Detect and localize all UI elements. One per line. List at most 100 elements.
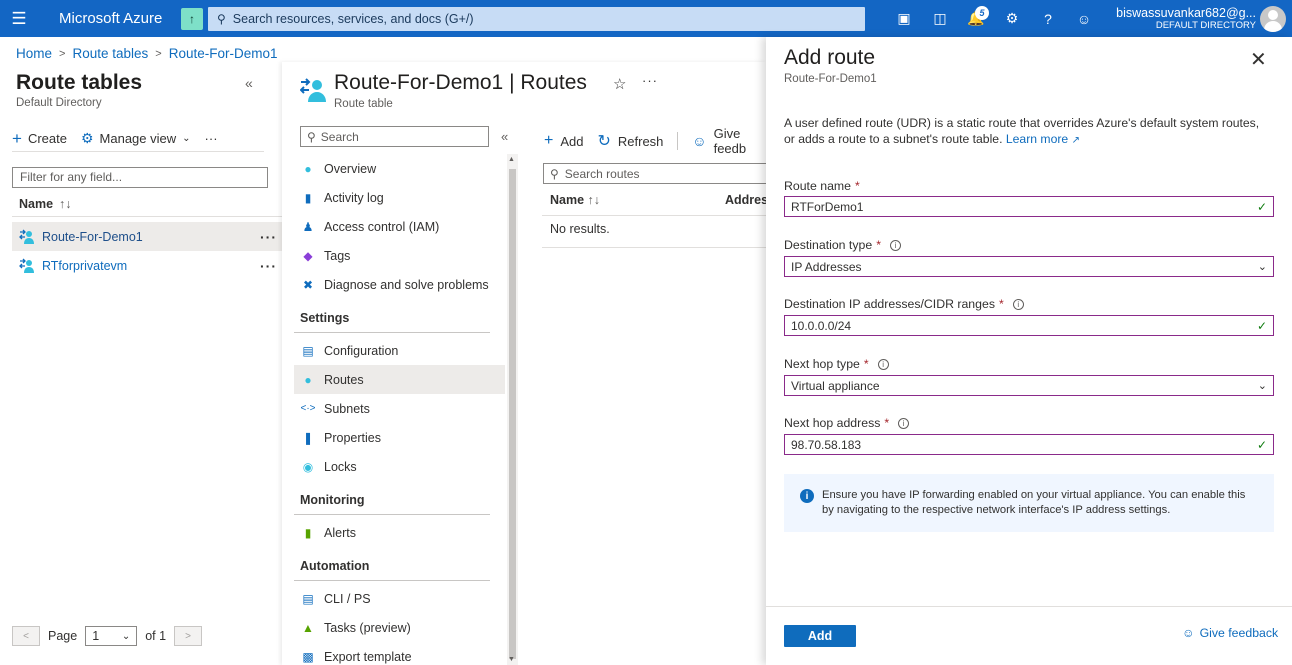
list-item-name: Route-For-Demo1: [42, 229, 143, 244]
chevron-down-icon: ⌄: [1257, 261, 1267, 273]
next-page-button[interactable]: >: [174, 626, 203, 646]
close-icon[interactable]: ✕: [1250, 47, 1267, 72]
more-icon[interactable]: ···: [260, 229, 277, 245]
divider: [12, 216, 282, 217]
feedback-icon: ☺: [692, 133, 707, 149]
page-subtitle: Default Directory: [16, 97, 102, 109]
menu-scrollbar[interactable]: ▲ ▼: [507, 154, 518, 665]
scroll-down-icon[interactable]: ▼: [508, 656, 515, 663]
breadcrumb-home[interactable]: Home: [16, 46, 52, 61]
list-item[interactable]: RTforprivatevm ···: [12, 251, 282, 280]
upgrade-icon[interactable]: ↑: [181, 7, 203, 30]
menu-item-overview[interactable]: ● Overview: [294, 154, 505, 183]
menu-item-label: CLI / PS: [324, 591, 371, 606]
menu-item-configuration[interactable]: ▤ Configuration: [294, 336, 505, 365]
route-table-icon: [19, 229, 34, 244]
destination-type-select[interactable]: IP Addresses ⌄: [784, 256, 1274, 277]
filter-input[interactable]: Filter for any field...: [12, 167, 268, 188]
more-icon[interactable]: ···: [260, 258, 277, 274]
destination-ip-input[interactable]: 10.0.0.0/24 ✓: [784, 315, 1274, 336]
give-feedback-link[interactable]: ☺ Give feedback: [1182, 626, 1278, 640]
cloud-shell-icon[interactable]: ▣: [886, 0, 922, 37]
list-item[interactable]: Route-For-Demo1 ···: [12, 222, 282, 251]
menu-item-locks[interactable]: ◉ Locks: [294, 452, 505, 481]
menu-search-input[interactable]: ⚲ Search: [300, 126, 489, 147]
global-search-input[interactable]: ⚲ Search resources, services, and docs (…: [208, 7, 865, 31]
menu-item-label: Activity log: [324, 190, 384, 205]
name-column-header[interactable]: Name ↑↓: [19, 197, 72, 211]
more-options-button[interactable]: ···: [642, 73, 658, 88]
scrollbar-thumb[interactable]: [509, 169, 516, 659]
menu-item-subnets[interactable]: <·> Subnets: [294, 394, 505, 423]
feedback-icon[interactable]: ☺: [1066, 0, 1102, 37]
page-select[interactable]: 1 ⌄: [85, 626, 138, 646]
collapse-menu-icon[interactable]: «: [501, 129, 508, 144]
brand-title[interactable]: Microsoft Azure: [59, 10, 177, 27]
breadcrumb: Home > Route tables > Route-For-Demo1: [16, 46, 278, 61]
routes-icon: ●: [304, 372, 312, 387]
refresh-button[interactable]: ↻ Refresh: [597, 131, 663, 151]
info-icon[interactable]: i: [877, 358, 889, 370]
name-column-label: Name: [19, 197, 54, 211]
next-hop-type-select[interactable]: Virtual appliance ⌄: [784, 375, 1274, 396]
manage-view-label: Manage view: [99, 131, 177, 146]
scroll-up-icon[interactable]: ▲: [508, 156, 515, 163]
menu-item-routes[interactable]: ● Routes: [294, 365, 505, 394]
manage-view-button[interactable]: ⚙ Manage view ⌄: [81, 130, 191, 147]
properties-icon: ❚: [302, 430, 314, 445]
menu-item-iam[interactable]: ♟ Access control (IAM): [294, 212, 505, 241]
info-banner-text: Ensure you have IP forwarding enabled on…: [822, 489, 1246, 516]
give-feedback-button[interactable]: ☺ Give feedb: [692, 126, 766, 156]
field-value: 10.0.0.0/24: [791, 318, 852, 333]
menu-item-cli-ps[interactable]: ▤ CLI / PS: [294, 584, 505, 613]
avatar[interactable]: [1260, 6, 1286, 32]
breadcrumb-route-tables[interactable]: Route tables: [72, 46, 148, 61]
favorite-star-icon[interactable]: ☆: [613, 75, 626, 93]
info-icon[interactable]: i: [1012, 298, 1024, 310]
resource-blade: Route-For-Demo1 | Routes Route table ☆ ·…: [282, 62, 775, 665]
next-hop-address-input[interactable]: 98.70.58.183 ✓: [784, 434, 1274, 455]
directory-filter-icon[interactable]: ◫: [922, 0, 958, 37]
menu-item-diagnose[interactable]: ✖ Diagnose and solve problems: [294, 270, 505, 299]
add-route-button[interactable]: + Add: [544, 132, 583, 150]
hamburger-menu-icon[interactable]: ☰: [0, 0, 38, 37]
collapse-icon[interactable]: «: [245, 75, 253, 91]
add-button[interactable]: Add: [784, 625, 856, 647]
field-value: 98.70.58.183: [791, 437, 862, 452]
page-of-label: of 1: [145, 629, 167, 643]
settings-gear-icon[interactable]: ⚙: [994, 0, 1030, 37]
info-icon[interactable]: i: [898, 417, 910, 429]
footer-divider: [766, 606, 1292, 607]
list-toolbar: + Create ⚙ Manage view ⌄ ···: [12, 126, 264, 152]
more-options-button[interactable]: ···: [205, 131, 218, 146]
prev-page-button[interactable]: <: [12, 626, 40, 646]
menu-item-export-template[interactable]: ▩ Export template: [294, 642, 505, 665]
info-icon[interactable]: i: [889, 239, 901, 251]
gear-icon: ⚙: [80, 130, 94, 146]
account-menu[interactable]: biswassuvankar682@g... DEFAULT DIRECTORY: [1116, 6, 1256, 31]
breadcrumb-route-for-demo1[interactable]: Route-For-Demo1: [169, 46, 278, 61]
help-icon[interactable]: ?: [1030, 0, 1066, 37]
create-label: Create: [27, 131, 67, 146]
route-name-input[interactable]: RTForDemo1 ✓: [784, 196, 1274, 217]
menu-item-tasks[interactable]: ▲ Tasks (preview): [294, 613, 505, 642]
search-icon: ⚲: [307, 129, 316, 144]
menu-item-label: Properties: [324, 430, 381, 445]
resource-menu: ● Overview ▮ Activity log ♟ Access control …: [294, 154, 505, 665]
routes-search-input[interactable]: ⚲ Search routes: [543, 163, 773, 184]
notifications-icon[interactable]: 🔔 5: [958, 0, 994, 37]
field-value: RTForDemo1: [791, 199, 864, 214]
menu-item-tags[interactable]: ◆ Tags: [294, 241, 505, 270]
menu-item-alerts[interactable]: ▮ Alerts: [294, 518, 505, 547]
field-label-text: Next hop type: [784, 357, 860, 371]
menu-item-properties[interactable]: ❚ Properties: [294, 423, 505, 452]
routes-col-name[interactable]: Name ↑↓: [550, 193, 725, 207]
global-search-placeholder: Search resources, services, and docs (G+…: [232, 12, 474, 26]
menu-item-label: Export template: [324, 649, 412, 664]
create-button[interactable]: + Create: [12, 129, 67, 149]
learn-more-link[interactable]: Learn more ↗: [1006, 132, 1080, 146]
menu-item-activity-log[interactable]: ▮ Activity log: [294, 183, 505, 212]
divider: [542, 247, 772, 248]
refresh-icon: ↻: [597, 133, 611, 150]
destination-ip-label: Destination IP addresses/CIDR ranges * i: [784, 297, 1024, 311]
